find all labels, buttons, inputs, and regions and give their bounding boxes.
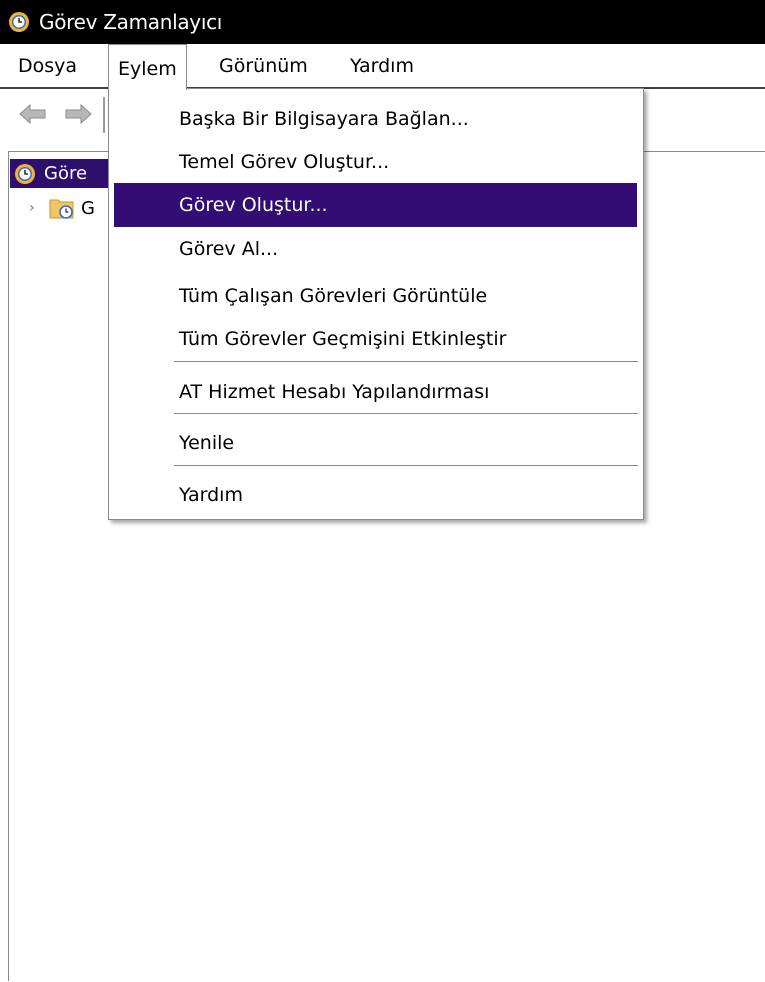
menu-separator xyxy=(174,413,638,414)
clock-icon xyxy=(9,12,29,32)
back-arrow-icon xyxy=(19,103,46,125)
menu-item-help[interactable]: Yardım xyxy=(114,473,637,517)
menu-item-create-basic-task[interactable]: Temel Görev Oluştur... xyxy=(114,140,637,184)
menu-eylem[interactable]: Eylem xyxy=(108,44,187,90)
title-bar: Görev Zamanlayıcı xyxy=(0,0,765,44)
forward-button[interactable] xyxy=(63,99,93,129)
menu-item-refresh[interactable]: Yenile xyxy=(114,421,637,465)
tree-pane: Göre › G xyxy=(8,151,118,981)
menu-item-at-service-account[interactable]: AT Hizmet Hesabı Yapılandırması xyxy=(114,370,637,414)
tree-item-label: G xyxy=(81,197,95,219)
pane-divider xyxy=(640,151,765,152)
folder-clock-icon xyxy=(49,199,74,219)
tree-item-library[interactable]: › G xyxy=(9,194,117,222)
menu-item-create-task[interactable]: Görev Oluştur... xyxy=(114,183,637,227)
menu-item-connect-computer[interactable]: Başka Bir Bilgisayara Bağlan... xyxy=(114,97,637,141)
window-title: Görev Zamanlayıcı xyxy=(39,10,223,34)
menu-bar: Dosya Eylem Görünüm Yardım xyxy=(0,44,765,90)
toolbar-separator xyxy=(103,97,105,133)
menu-separator xyxy=(174,465,638,466)
clock-icon xyxy=(15,163,35,184)
chevron-right-icon[interactable]: › xyxy=(29,200,39,216)
menu-item-display-running-tasks[interactable]: Tüm Çalışan Görevleri Görüntüle xyxy=(114,274,637,318)
menu-dosya[interactable]: Dosya xyxy=(18,44,77,89)
menu-item-import-task[interactable]: Görev Al... xyxy=(114,227,637,271)
menu-gorunum[interactable]: Görünüm xyxy=(210,44,317,89)
menu-separator xyxy=(174,361,638,362)
eylem-dropdown-menu: Başka Bir Bilgisayara Bağlan... Temel Gö… xyxy=(108,88,644,520)
forward-arrow-icon xyxy=(65,103,92,125)
back-button[interactable] xyxy=(18,99,48,129)
tree-item-label: Göre xyxy=(44,163,88,184)
tree-item-root[interactable]: Göre xyxy=(10,159,118,188)
menu-yardim[interactable]: Yardım xyxy=(341,44,423,89)
menu-item-enable-history[interactable]: Tüm Görevler Geçmişini Etkinleştir xyxy=(114,317,637,361)
